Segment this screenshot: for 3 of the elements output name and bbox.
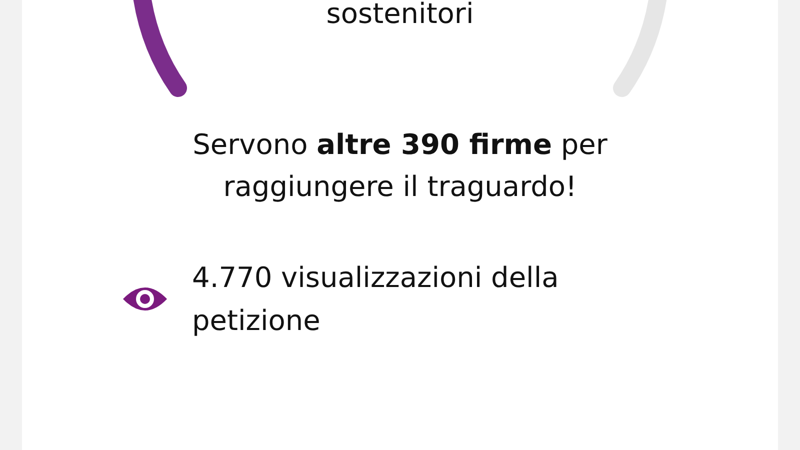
- supporters-caption: sostenitori: [326, 0, 474, 28]
- signatures-needed-message: Servono altre 390 firme per raggiungere il traguardo!: [192, 127, 608, 205]
- views-count: 4.770 visualizzazioni della petizione: [192, 260, 560, 340]
